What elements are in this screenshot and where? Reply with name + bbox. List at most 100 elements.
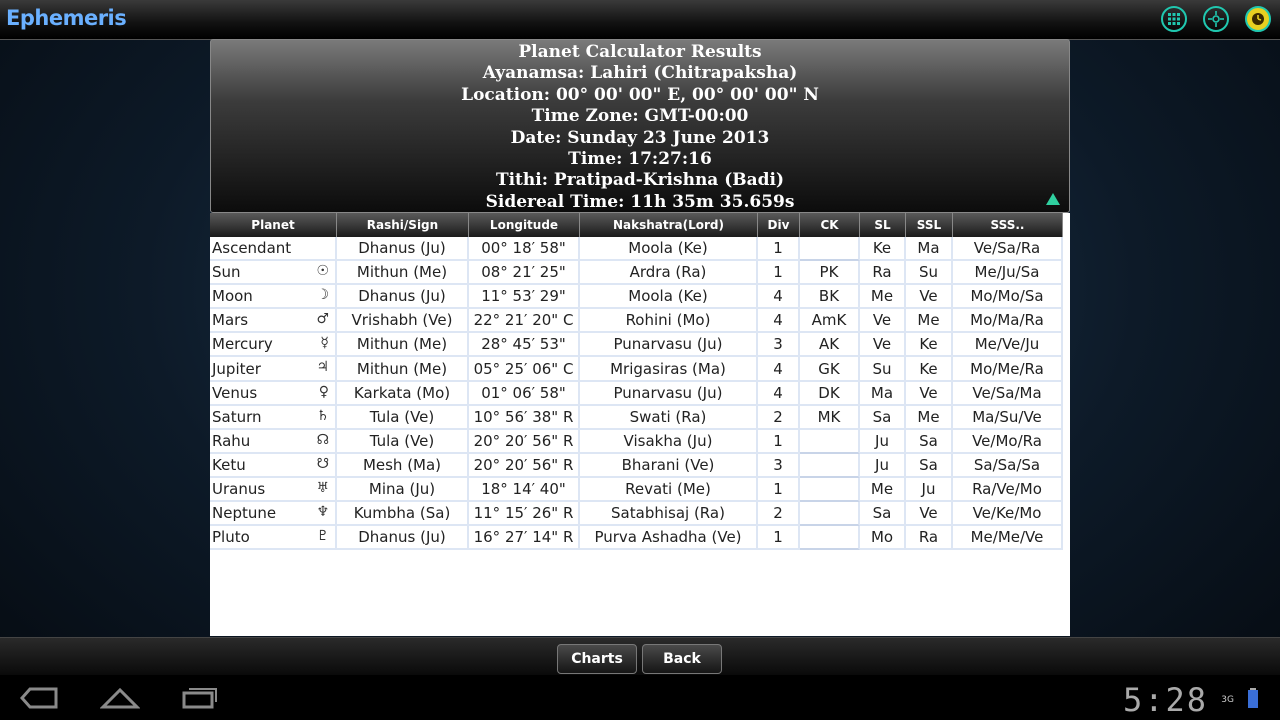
ck-cell: PK [800, 261, 860, 286]
sl-cell: Ra [860, 261, 906, 286]
column-header: Longitude [469, 213, 580, 237]
sl-cell: Me [860, 477, 906, 503]
div-cell: 3 [758, 333, 800, 358]
sl-cell: Sa [860, 405, 906, 430]
clock-settings-icon[interactable] [1245, 6, 1271, 32]
longitude-cell: 18° 14′ 40" [469, 477, 580, 503]
recent-apps-icon[interactable] [180, 685, 220, 711]
planet-cell: Pluto ♇ [210, 526, 337, 551]
rashi-cell: Karkata (Mo) [337, 381, 469, 406]
longitude-cell: 08° 21′ 25" [469, 261, 580, 286]
div-cell: 4 [758, 357, 800, 382]
planet-cell: Ascendant [210, 237, 337, 262]
table-row[interactable]: Mars ♂ Vrishabh (Ve) 22° 21′ 20" C Rohini (M… [210, 309, 1063, 334]
planet-cell: Ketu ☋ [210, 453, 337, 478]
table-row[interactable]: Moon ☽ Dhanus (Ju) 11° 53′ 29" Moola (Ke) 4 BK… [210, 285, 1063, 310]
longitude-cell: 20° 20′ 56" R [469, 429, 580, 454]
network-indicator: 3G [1221, 695, 1234, 705]
table-row[interactable]: Venus ♀ Karkata (Mo) 01° 06′ 58" Punarvasu (… [210, 381, 1063, 406]
back-button[interactable]: Back [642, 644, 722, 674]
planet-cell: Venus ♀ [210, 381, 337, 406]
planet-cell: Moon ☽ [210, 285, 337, 310]
column-header: SSL [906, 213, 953, 237]
planet-name: Sun [212, 263, 241, 282]
ssl-cell: Ve [906, 285, 953, 310]
planet-cell: Mercury ☿ [210, 333, 337, 358]
longitude-cell: 00° 18′ 58" [469, 237, 580, 262]
longitude-cell: 16° 27′ 14" R [469, 526, 580, 551]
div-cell: 1 [758, 237, 800, 262]
compass-icon[interactable] [1203, 6, 1229, 32]
ssl-cell: Ke [906, 357, 953, 382]
planet-cell: Saturn ♄ [210, 405, 337, 430]
planet-symbol-icon: ☊ [316, 431, 329, 448]
home-icon[interactable] [100, 685, 140, 711]
nakshatra-cell: Swati (Ra) [580, 405, 758, 430]
table-row[interactable]: Pluto ♇ Dhanus (Ju) 16° 27′ 14" R Purva Asha… [210, 526, 1063, 551]
planet-name: Pluto [212, 528, 250, 547]
system-nav-bar: 5:28 3G [0, 675, 1280, 720]
rashi-cell: Mina (Ju) [337, 477, 469, 503]
table-row[interactable]: Sun ☉ Mithun (Me) 08° 21′ 25" Ardra (Ra) 1 PK R… [210, 261, 1063, 286]
planet-table: Planet Rashi/Sign Longitude Nakshatra(Lord)… [210, 213, 1063, 551]
ck-cell: AK [800, 333, 860, 358]
ck-cell: BK [800, 285, 860, 310]
table-header-row: Planet Rashi/Sign Longitude Nakshatra(Lord)… [210, 213, 1063, 237]
planet-symbol-icon: ♃ [316, 359, 329, 376]
sss-cell: Mo/Mo/Sa [953, 285, 1063, 310]
planet-cell: Rahu ☊ [210, 429, 337, 454]
sss-cell: Sa/Sa/Sa [953, 453, 1063, 478]
sss-cell: Me/Me/Ve [953, 526, 1063, 551]
column-header: SL [860, 213, 906, 237]
ssl-cell: Sa [906, 453, 953, 478]
table-row[interactable]: Neptune ♆ Kumbha (Sa) 11° 15′ 26" R Satabhis… [210, 502, 1063, 527]
nakshatra-cell: Satabhisaj (Ra) [580, 502, 758, 527]
table-row[interactable]: Mercury ☿ Mithun (Me) 28° 45′ 53" Punarvasu … [210, 333, 1063, 358]
planet-cell: Uranus ♅ [210, 477, 337, 503]
sl-cell: Mo [860, 526, 906, 551]
ck-cell [800, 237, 860, 262]
ck-cell [800, 526, 860, 551]
planet-name: Moon [212, 287, 253, 306]
longitude-cell: 20° 20′ 56" R [469, 453, 580, 478]
sss-cell: Mo/Me/Ra [953, 357, 1063, 382]
sl-cell: Ma [860, 381, 906, 406]
nakshatra-cell: Bharani (Ve) [580, 453, 758, 478]
rashi-cell: Mithun (Me) [337, 261, 469, 286]
longitude-cell: 05° 25′ 06" C [469, 357, 580, 382]
column-header: Nakshatra(Lord) [580, 213, 758, 237]
grid-menu-icon[interactable] [1161, 6, 1187, 32]
app-bar: Ephemeris [0, 0, 1280, 40]
header-location: Location: 00° 00' 00" E, 00° 00' 00" N [461, 84, 819, 105]
table-row[interactable]: Saturn ♄ Tula (Ve) 10° 56′ 38" R Swati (Ra) 2… [210, 405, 1063, 430]
button-bar: Charts Back [0, 637, 1280, 675]
table-row[interactable]: Jupiter ♃ Mithun (Me) 05° 25′ 06" C Mrigasir… [210, 357, 1063, 382]
rashi-cell: Mithun (Me) [337, 357, 469, 382]
table-row[interactable]: Uranus ♅ Mina (Ju) 18° 14′ 40" Revati (Me) 1 M… [210, 477, 1063, 503]
sl-cell: Sa [860, 502, 906, 527]
header-date: Date: Sunday 23 June 2013 [510, 127, 770, 148]
planet-name: Venus [212, 383, 258, 402]
planet-name: Uranus [212, 479, 266, 498]
collapse-up-icon[interactable] [1045, 192, 1061, 206]
planet-symbol-icon: ☽ [316, 287, 329, 304]
table-row[interactable]: Ascendant Dhanus (Ju) 00° 18′ 58" Moola (Ke… [210, 237, 1063, 262]
sl-cell: Ju [860, 429, 906, 454]
planet-symbol-icon: ♅ [316, 479, 329, 496]
table-row[interactable]: Rahu ☊ Tula (Ve) 20° 20′ 56" R Visakha (Ju) 1… [210, 429, 1063, 454]
back-icon[interactable] [20, 685, 60, 711]
ck-cell: AmK [800, 309, 860, 334]
sss-cell: Ve/Sa/Ma [953, 381, 1063, 406]
nakshatra-cell: Revati (Me) [580, 477, 758, 503]
sss-cell: Ve/Sa/Ra [953, 237, 1063, 262]
ssl-cell: Ke [906, 333, 953, 358]
sss-cell: Ra/Ve/Mo [953, 477, 1063, 503]
sl-cell: Ve [860, 309, 906, 334]
table-row[interactable]: Ketu ☋ Mesh (Ma) 20° 20′ 56" R Bharani (Ve) 3… [210, 453, 1063, 478]
planet-name: Ascendant [212, 239, 292, 258]
planet-name: Mars [212, 311, 249, 330]
column-header: Planet [210, 213, 337, 237]
div-cell: 4 [758, 285, 800, 310]
charts-button[interactable]: Charts [557, 644, 637, 674]
longitude-cell: 11° 15′ 26" R [469, 502, 580, 527]
